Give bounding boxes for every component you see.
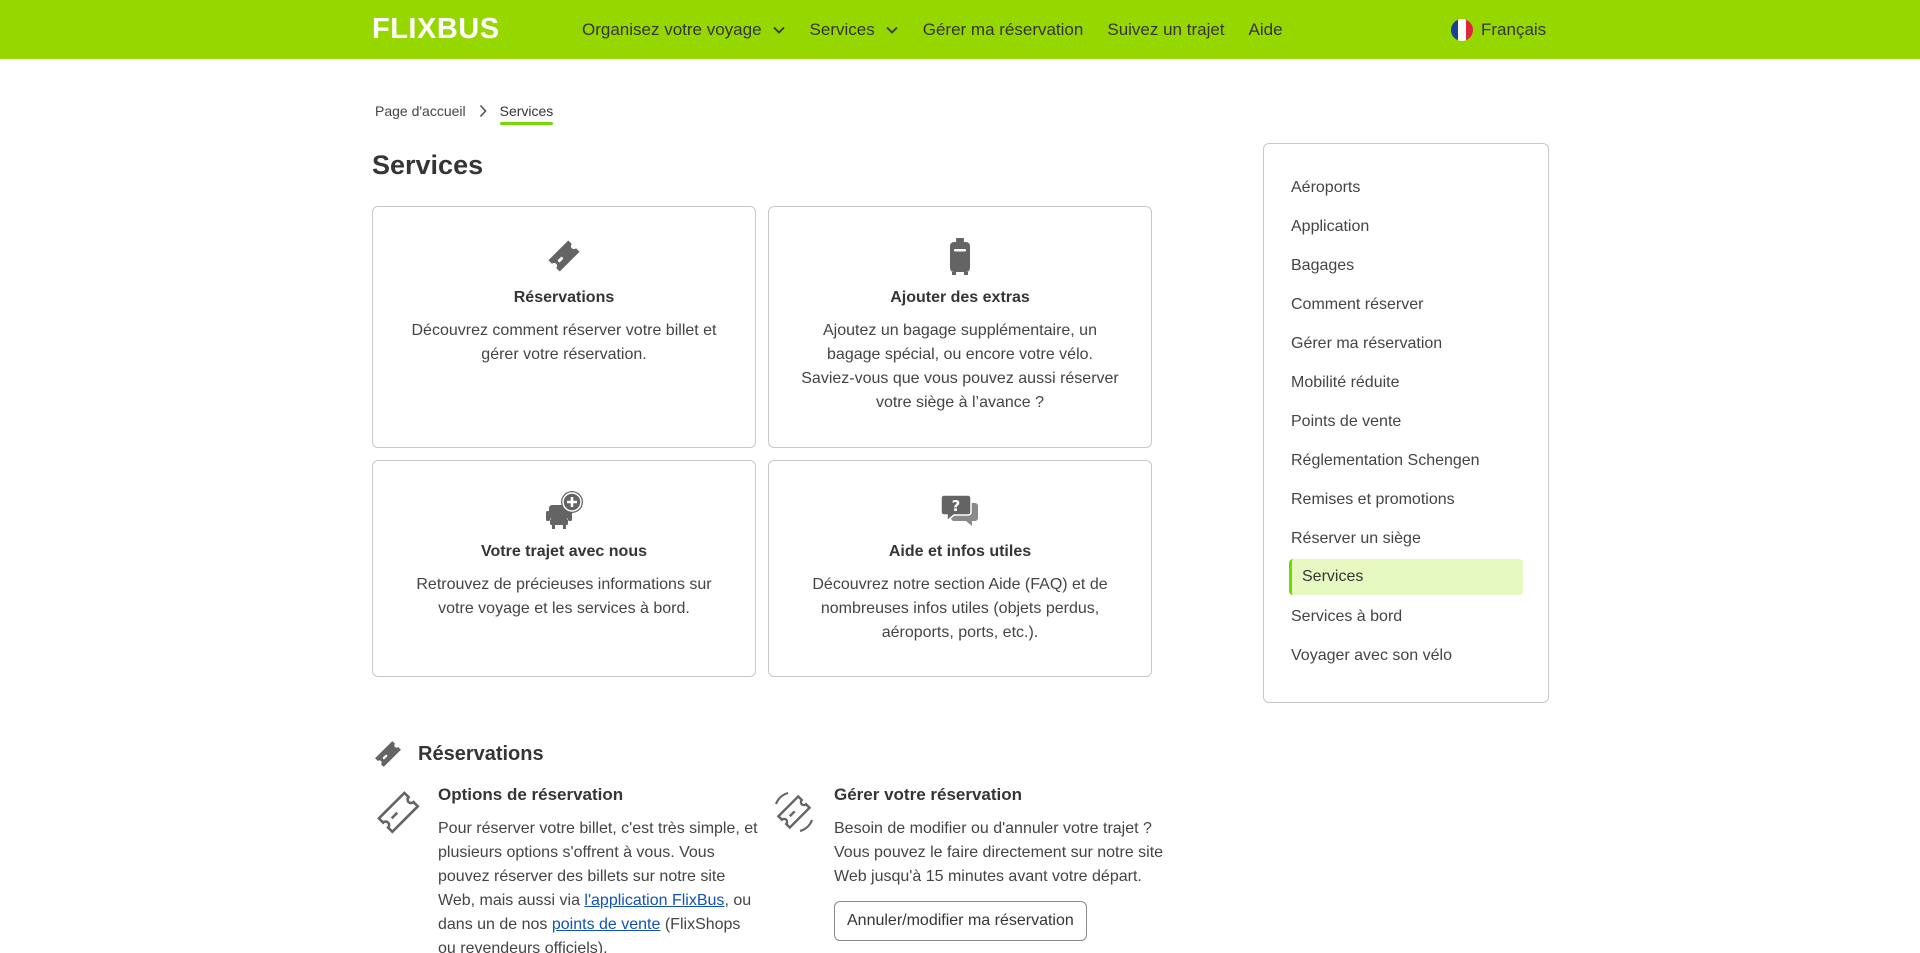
- nav-aide[interactable]: Aide: [1249, 20, 1283, 40]
- sidebar-item-voyager-avec-son-velo[interactable]: Voyager avec son vélo: [1264, 636, 1548, 675]
- sidebar-item-gerer-ma-reservation[interactable]: Gérer ma réservation: [1264, 324, 1548, 363]
- chevron-down-icon: [886, 26, 898, 34]
- ticket-icon: [375, 741, 401, 767]
- nav-label: Services: [809, 19, 875, 39]
- nav-services[interactable]: Services: [810, 20, 899, 40]
- help-chat-icon: ?: [940, 494, 978, 526]
- column-text: Besoin de modifier ou d'annuler votre tr…: [834, 820, 1164, 885]
- cancel-modify-booking-button[interactable]: Annuler/modifier ma réservation: [834, 901, 1087, 941]
- services-sidebar: Aéroports Application Bagages Comment ré…: [1263, 143, 1549, 703]
- chevron-down-icon: [772, 26, 785, 34]
- sidebar-item-points-de-vente[interactable]: Points de vente: [1264, 402, 1548, 441]
- card-text: Découvrez notre section Aide (FAQ) et de…: [812, 576, 1108, 641]
- svg-text:?: ?: [952, 497, 961, 515]
- card-title: Aide et infos utiles: [888, 543, 1032, 560]
- card-text: Ajoutez un bagage supplémentaire, un bag…: [801, 322, 1119, 411]
- sidebar-item-reserver-un-siege[interactable]: Réserver un siège: [1264, 519, 1548, 558]
- sidebar-item-bagages[interactable]: Bagages: [1264, 246, 1548, 285]
- flixbus-logo[interactable]: FLIXBUS: [372, 13, 500, 45]
- column-text: Pour réserver votre billet, c'est très s…: [438, 817, 758, 953]
- sidebar-item-services[interactable]: Services: [1289, 559, 1523, 595]
- flixbus-app-link[interactable]: l'application FlixBus: [584, 892, 724, 909]
- sidebar-item-services-a-bord[interactable]: Services à bord: [1264, 597, 1548, 636]
- manage-booking-column: Gérer votre réservation Besoin de modifi…: [834, 785, 1164, 941]
- sidebar-item-aeroports[interactable]: Aéroports: [1264, 168, 1548, 207]
- nav-gerer-ma-reservation[interactable]: Gérer ma réservation: [923, 20, 1084, 40]
- nav-label: Organisez votre voyage: [582, 19, 762, 39]
- page-title: Services: [372, 150, 484, 180]
- card-ajouter-des-extras[interactable]: Ajouter des extras Ajoutez un bagage sup…: [768, 206, 1152, 448]
- sidebar-item-application[interactable]: Application: [1264, 207, 1548, 246]
- column-title: Options de réservation: [438, 785, 624, 804]
- card-title: Ajouter des extras: [890, 289, 1030, 306]
- nav-label: Suivez un trajet: [1107, 19, 1225, 39]
- france-flag-icon: [1451, 18, 1473, 41]
- sidebar-item-mobilite-reduite[interactable]: Mobilité réduite: [1264, 363, 1548, 402]
- luggage-icon: [950, 238, 970, 275]
- breadcrumb-home-link[interactable]: Page d'accueil: [375, 103, 466, 119]
- points-de-vente-link[interactable]: points de vente: [552, 916, 661, 933]
- card-reservations[interactable]: Réservations Découvrez comment réserver …: [372, 206, 756, 448]
- card-title: Réservations: [513, 289, 615, 306]
- sidebar-item-comment-reserver[interactable]: Comment réserver: [1264, 285, 1548, 324]
- sidebar-item-remises-et-promotions[interactable]: Remises et promotions: [1264, 480, 1548, 519]
- card-votre-trajet-avec-nous[interactable]: Votre trajet avec nous Retrouvez de préc…: [372, 460, 756, 677]
- language-label: Français: [1481, 19, 1547, 39]
- top-navigation-bar: FLIXBUS Organisez votre voyage Services …: [0, 0, 1920, 59]
- card-text: Découvrez comment réserver votre billet …: [411, 322, 717, 363]
- seat-plus-icon: [546, 491, 583, 529]
- column-title: Gérer votre réservation: [834, 785, 1023, 804]
- section-heading: Réservations: [372, 738, 544, 770]
- sidebar-item-reglementation-schengen[interactable]: Réglementation Schengen: [1264, 441, 1548, 480]
- nav-label: Aide: [1248, 19, 1283, 39]
- nav-suivez-un-trajet[interactable]: Suivez un trajet: [1107, 20, 1224, 40]
- section-title: Réservations: [418, 742, 544, 765]
- main-nav: Organisez votre voyage Services Gérer ma…: [582, 0, 1307, 59]
- card-aide-et-infos-utiles[interactable]: ? Aide et infos utiles Découvrez notre s…: [768, 460, 1152, 677]
- breadcrumb: Page d'accueil Services: [375, 100, 553, 125]
- breadcrumb-current: Services: [499, 103, 553, 125]
- ticket-outline-icon: [377, 791, 420, 834]
- nav-organisez-votre-voyage[interactable]: Organisez votre voyage: [582, 20, 786, 40]
- language-selector[interactable]: Français: [1451, 0, 1546, 59]
- booking-options-column: Options de réservation Pour réserver vot…: [438, 785, 758, 953]
- ticket-icon: [548, 240, 580, 272]
- card-text: Retrouvez de précieuses informations sur…: [416, 576, 712, 617]
- chevron-right-icon: [479, 104, 487, 118]
- card-title: Votre trajet avec nous: [481, 543, 647, 560]
- ticket-refresh-icon: [774, 791, 814, 833]
- nav-label: Gérer ma réservation: [922, 19, 1084, 39]
